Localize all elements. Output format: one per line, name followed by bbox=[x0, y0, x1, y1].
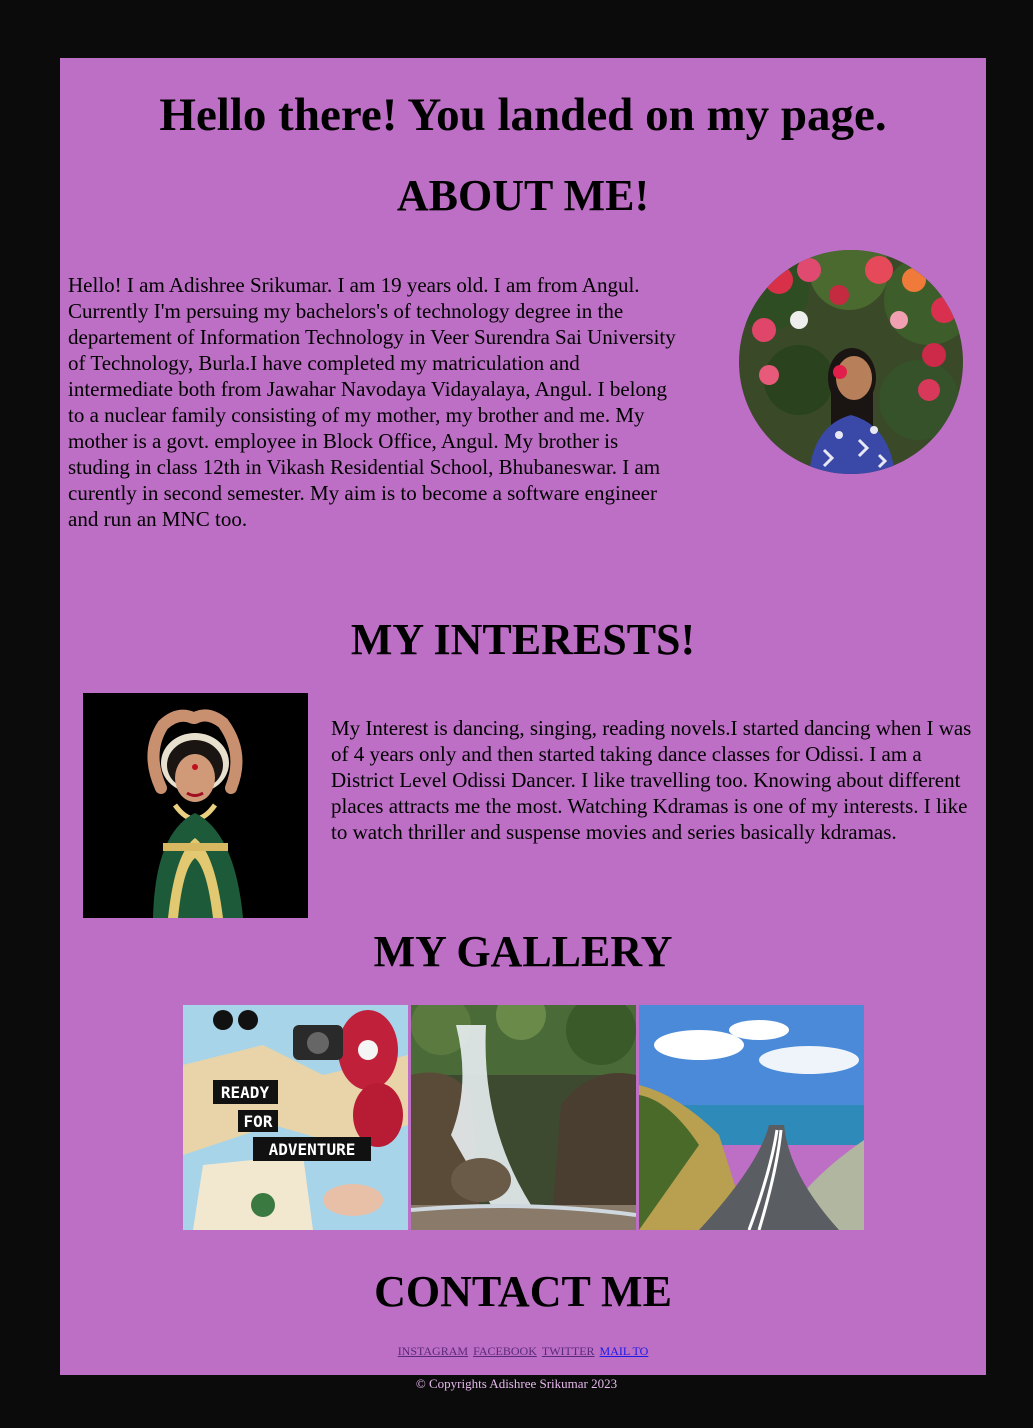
gallery-image-adventure: READY FOR ADVENTURE bbox=[183, 1005, 408, 1230]
dancer-photo bbox=[83, 693, 308, 918]
profile-photo bbox=[739, 250, 963, 474]
about-paragraph: Hello! I am Adishree Srikumar. I am 19 y… bbox=[68, 273, 676, 531]
page-title: Hello there! You landed on my page. bbox=[159, 89, 887, 141]
interests-paragraph: My Interest is dancing, singing, reading… bbox=[331, 716, 972, 844]
gallery-heading: MY GALLERY bbox=[373, 927, 673, 976]
twitter-link[interactable]: TWITTER bbox=[542, 1344, 595, 1358]
svg-text:ADVENTURE: ADVENTURE bbox=[269, 1140, 356, 1159]
contact-links: INSTAGRAM FACEBOOK TWITTER MAIL TO bbox=[60, 1344, 986, 1359]
gallery-image-road bbox=[639, 1005, 864, 1230]
about-heading: ABOUT ME! bbox=[396, 171, 650, 220]
interests-heading: MY INTERESTS! bbox=[350, 615, 696, 664]
contact-heading: CONTACT ME bbox=[374, 1267, 672, 1316]
instagram-link[interactable]: INSTAGRAM bbox=[398, 1344, 468, 1358]
gallery-image-waterfall bbox=[411, 1005, 636, 1230]
copyright-footer: © Copyrights Adishree Srikumar 2023 bbox=[415, 1376, 618, 1391]
facebook-link[interactable]: FACEBOOK bbox=[473, 1344, 537, 1358]
main-panel: Hello there! You landed on my page. ABOU… bbox=[60, 58, 986, 1375]
adventure-caption: READY bbox=[221, 1083, 270, 1102]
svg-text:FOR: FOR bbox=[244, 1112, 273, 1131]
mailto-link[interactable]: MAIL TO bbox=[600, 1344, 649, 1358]
